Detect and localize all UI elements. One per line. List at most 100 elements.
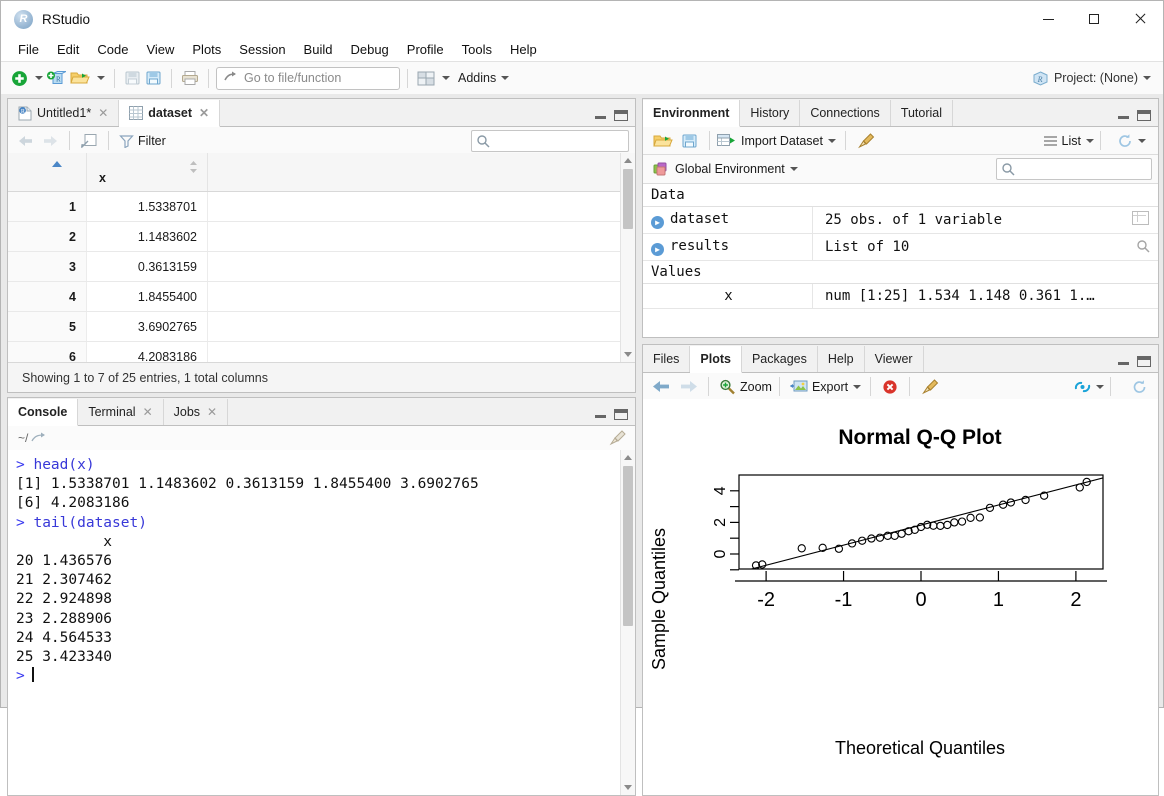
open-folder-icon[interactable] xyxy=(653,133,673,149)
environment-scope-caret-icon[interactable] xyxy=(790,167,798,171)
tab-files[interactable]: Files xyxy=(643,346,690,372)
environment-row-x[interactable]: x num [1:25] 1.534 1.148 0.361 1.… xyxy=(643,284,1158,309)
menu-profile[interactable]: Profile xyxy=(398,39,453,60)
source-maximize-icon[interactable] xyxy=(614,110,628,121)
tab-connections[interactable]: Connections xyxy=(800,100,891,126)
console-output[interactable]: > head(x) [1] 1.5338701 1.1483602 0.3613… xyxy=(8,450,635,795)
tab-untitled1-close-icon[interactable]: ✕ xyxy=(98,106,108,120)
console-scrollbar[interactable] xyxy=(620,450,635,795)
table-row[interactable]: 4 1.8455400 xyxy=(8,282,635,312)
menu-debug[interactable]: Debug xyxy=(341,39,397,60)
broom-icon[interactable] xyxy=(857,133,876,149)
table-row[interactable]: 1 1.5338701 xyxy=(8,192,635,222)
tab-history[interactable]: History xyxy=(740,100,800,126)
environment-maximize-icon[interactable] xyxy=(1137,110,1151,121)
menu-tools[interactable]: Tools xyxy=(453,39,501,60)
expand-icon[interactable]: ▶ xyxy=(651,216,664,229)
scroll-down-icon[interactable] xyxy=(624,785,632,790)
console-maximize-icon[interactable] xyxy=(614,409,628,420)
tab-packages[interactable]: Packages xyxy=(742,346,818,372)
scroll-down-icon[interactable] xyxy=(624,352,632,357)
forward-arrow-icon[interactable] xyxy=(40,134,60,148)
search-icon[interactable] xyxy=(1136,239,1150,253)
scrollbar-thumb[interactable] xyxy=(623,169,633,229)
save-button[interactable] xyxy=(122,66,143,90)
new-project-button[interactable]: R xyxy=(45,66,68,90)
refresh-icon[interactable] xyxy=(1131,379,1148,395)
table-row[interactable]: 6 4.2083186 xyxy=(8,342,635,363)
panes-caret-icon[interactable] xyxy=(442,76,450,80)
tab-environment[interactable]: Environment xyxy=(643,100,740,127)
open-in-new-window-icon[interactable] xyxy=(80,133,98,149)
tab-plots[interactable]: Plots xyxy=(690,346,742,373)
environment-scope-label[interactable]: Global Environment xyxy=(675,162,785,176)
expand-icon[interactable]: ▶ xyxy=(651,243,664,256)
addins-button[interactable]: Addins xyxy=(452,66,513,90)
back-arrow-icon[interactable] xyxy=(16,134,36,148)
tab-terminal[interactable]: Terminal ✕ xyxy=(78,399,163,425)
tab-dataset[interactable]: dataset ✕ xyxy=(119,100,220,127)
zoom-button[interactable]: Zoom xyxy=(719,379,772,395)
table-row[interactable]: 3 0.3613159 xyxy=(8,252,635,282)
save-disk-icon[interactable] xyxy=(681,133,698,149)
console-minimize-icon[interactable] xyxy=(595,412,606,418)
broom-icon[interactable] xyxy=(609,430,627,446)
menu-session[interactable]: Session xyxy=(230,39,294,60)
new-file-caret-icon[interactable] xyxy=(35,76,43,80)
goto-file-function-input[interactable]: Go to file/function xyxy=(216,67,400,90)
remove-plot-icon[interactable] xyxy=(882,379,898,395)
scroll-up-icon[interactable] xyxy=(624,158,632,163)
close-button[interactable] xyxy=(1117,1,1163,37)
open-file-button[interactable] xyxy=(68,66,92,90)
forward-arrow-icon[interactable] xyxy=(677,379,699,394)
print-button[interactable] xyxy=(179,66,201,90)
environment-row-dataset[interactable]: ▶dataset 25 obs. of 1 variable xyxy=(643,207,1158,234)
publish-button[interactable] xyxy=(1074,380,1106,394)
table-row[interactable]: 5 3.6902765 xyxy=(8,312,635,342)
column-header-x[interactable]: x xyxy=(87,153,208,192)
import-dataset-button[interactable]: Import Dataset xyxy=(717,133,838,148)
tab-terminal-close-icon[interactable]: ✕ xyxy=(143,405,153,419)
menu-file[interactable]: File xyxy=(9,39,48,60)
environment-search-input[interactable] xyxy=(996,158,1152,180)
scrollbar-thumb[interactable] xyxy=(623,466,633,626)
environment-minimize-icon[interactable] xyxy=(1118,113,1129,119)
broom-icon[interactable] xyxy=(921,379,940,395)
minimize-button[interactable] xyxy=(1025,1,1071,37)
menu-help[interactable]: Help xyxy=(501,39,546,60)
maximize-button[interactable] xyxy=(1071,1,1117,37)
tab-untitled1[interactable]: R Untitled1* ✕ xyxy=(8,100,119,126)
tab-viewer[interactable]: Viewer xyxy=(865,346,924,372)
tab-jobs[interactable]: Jobs ✕ xyxy=(164,399,228,425)
menu-edit[interactable]: Edit xyxy=(48,39,88,60)
save-all-button[interactable] xyxy=(143,66,164,90)
grid-view-icon[interactable] xyxy=(1132,211,1149,225)
tab-console[interactable]: Console xyxy=(8,399,78,426)
environment-view-selector[interactable]: List xyxy=(1043,134,1096,148)
environment-refresh-button[interactable] xyxy=(1117,133,1148,149)
row-number-header[interactable] xyxy=(8,153,87,192)
tab-dataset-close-icon[interactable]: ✕ xyxy=(199,106,209,120)
tab-jobs-close-icon[interactable]: ✕ xyxy=(207,405,217,419)
filter-button[interactable]: Filter xyxy=(119,134,166,148)
plots-minimize-icon[interactable] xyxy=(1118,359,1129,365)
environment-row-results[interactable]: ▶results List of 10 xyxy=(643,234,1158,261)
tab-help[interactable]: Help xyxy=(818,346,865,372)
back-arrow-icon[interactable] xyxy=(651,379,673,394)
table-row[interactable]: 2 1.1483602 xyxy=(8,222,635,252)
export-button[interactable]: Export xyxy=(790,379,863,394)
open-file-caret-icon[interactable] xyxy=(97,76,105,80)
open-directory-icon[interactable] xyxy=(31,432,47,445)
data-grid-scrollbar[interactable] xyxy=(620,153,635,362)
project-selector[interactable]: R Project: (None) xyxy=(1032,71,1153,86)
menu-plots[interactable]: Plots xyxy=(183,39,230,60)
tab-tutorial[interactable]: Tutorial xyxy=(891,100,953,126)
menu-build[interactable]: Build xyxy=(295,39,342,60)
new-file-button[interactable] xyxy=(9,66,30,90)
scroll-up-icon[interactable] xyxy=(624,455,632,460)
source-minimize-icon[interactable] xyxy=(595,113,606,119)
workspace-panes-button[interactable] xyxy=(415,66,437,90)
menu-view[interactable]: View xyxy=(137,39,183,60)
menu-code[interactable]: Code xyxy=(88,39,137,60)
plots-maximize-icon[interactable] xyxy=(1137,356,1151,367)
